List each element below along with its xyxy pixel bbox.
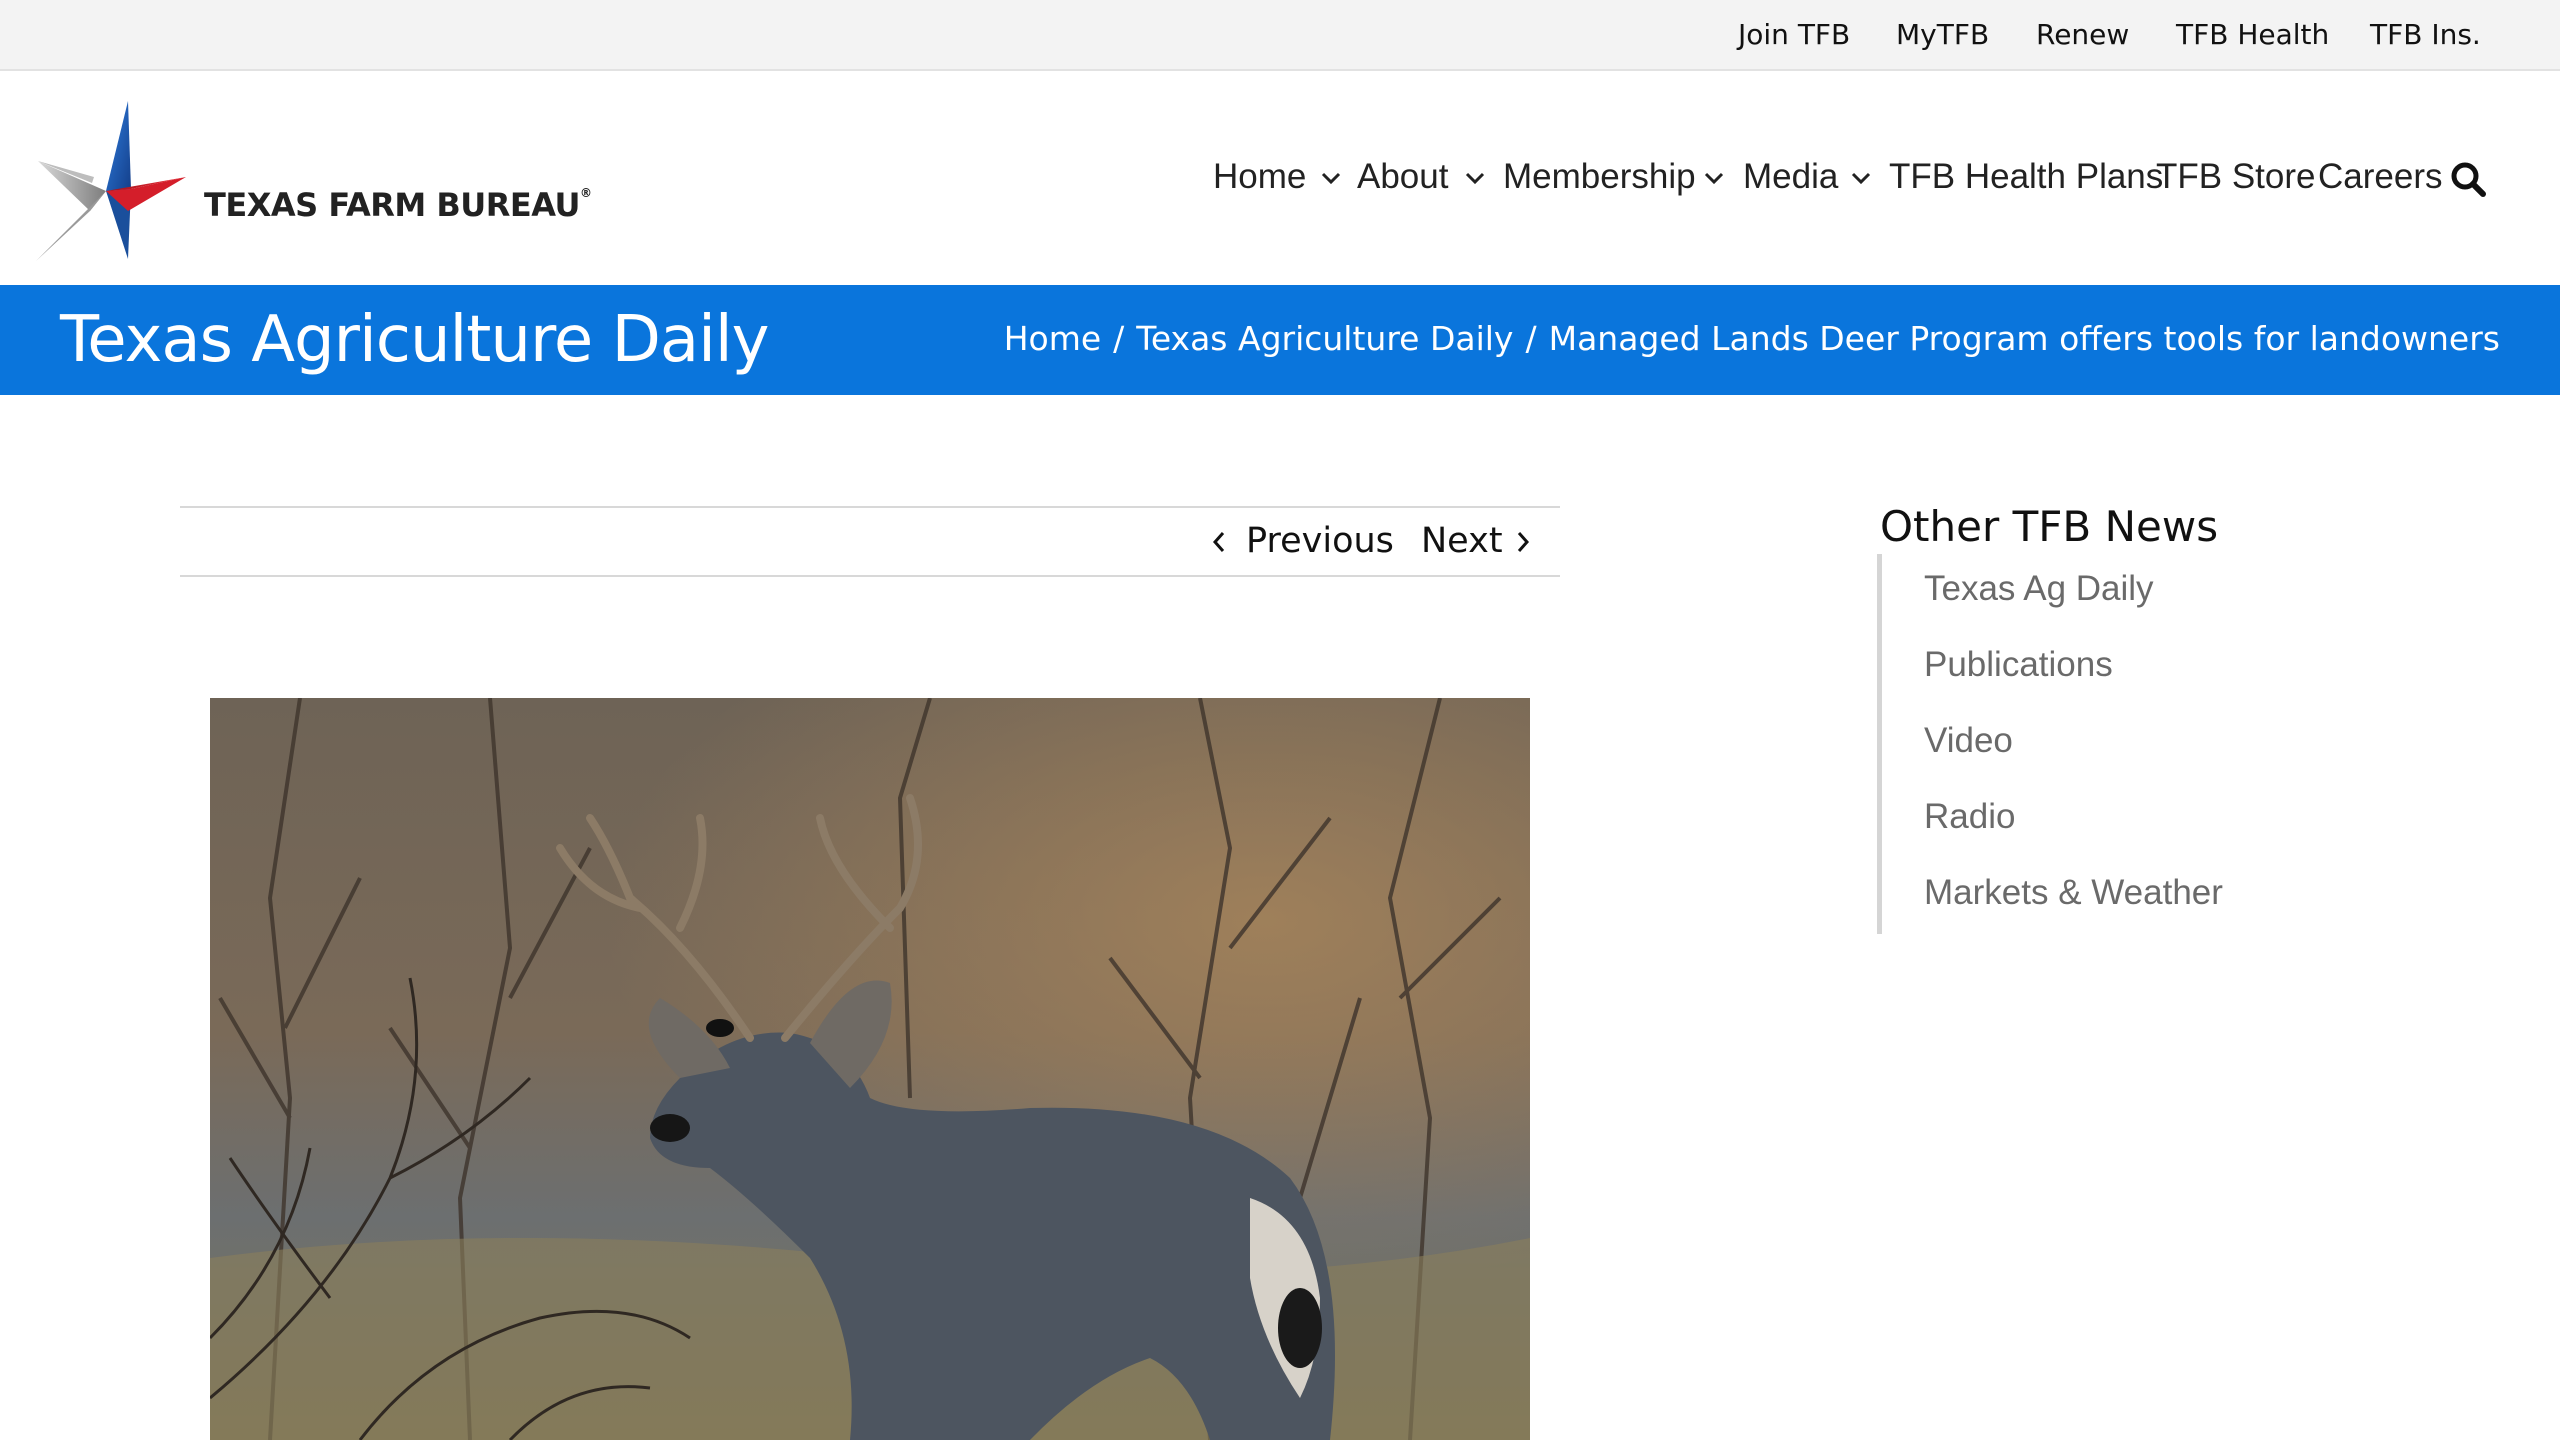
breadcrumb: Home / Texas Agriculture Daily / Managed Lan…: [1004, 319, 2500, 358]
chevron-down-icon[interactable]: [1464, 171, 1486, 185]
nav-tfb-store[interactable]: TFB Store: [2156, 157, 2315, 197]
breadcrumb-separator: /: [1113, 319, 1125, 358]
sidebar-news-list: Texas Ag Daily Publications Video Radio …: [1877, 554, 2377, 934]
chevron-down-icon[interactable]: [1850, 171, 1872, 185]
page-title-bar: Texas Agriculture Daily Home / Texas Agric…: [0, 285, 2560, 395]
utility-link-mytfb[interactable]: MyTFB: [1896, 18, 1989, 51]
deer-photo-image: [210, 698, 1530, 1440]
nav-media[interactable]: Media: [1743, 157, 1838, 197]
chevron-right-icon[interactable]: [1513, 528, 1533, 556]
utility-link-renew[interactable]: Renew: [2036, 18, 2129, 51]
sidebar-item-markets-weather[interactable]: Markets & Weather: [1924, 873, 2223, 913]
sidebar-item-texas-ag-daily[interactable]: Texas Ag Daily: [1924, 569, 2154, 609]
previous-post-link[interactable]: Previous: [1246, 521, 1394, 561]
nav-about[interactable]: About: [1357, 157, 1448, 197]
next-post-link[interactable]: Next: [1421, 521, 1503, 561]
nav-careers[interactable]: Careers: [2318, 157, 2442, 197]
utility-link-join-tfb[interactable]: Join TFB: [1738, 18, 1850, 51]
page-title: Texas Agriculture Daily: [60, 303, 769, 377]
nav-membership[interactable]: Membership: [1503, 157, 1696, 197]
nav-tfb-health-plans[interactable]: TFB Health Plans: [1889, 157, 2163, 197]
nav-home[interactable]: Home: [1213, 157, 1306, 197]
utility-bar: Join TFB MyTFB Renew TFB Health TFB Ins.: [0, 0, 2560, 71]
site-header: TEXAS FARM BUREAU® Home About Membership…: [0, 71, 2560, 285]
chevron-left-icon[interactable]: [1209, 528, 1229, 556]
logo-wordmark: TEXAS FARM BUREAU®: [204, 186, 592, 224]
search-icon[interactable]: [2450, 161, 2486, 197]
chevron-down-icon[interactable]: [1320, 171, 1342, 185]
utility-link-tfb-ins[interactable]: TFB Ins.: [2370, 18, 2481, 51]
article-photo-deer: [210, 698, 1530, 1440]
sidebar-item-publications[interactable]: Publications: [1924, 645, 2113, 685]
breadcrumb-separator: /: [1525, 319, 1537, 358]
sidebar-title: Other TFB News: [1880, 502, 2219, 551]
post-navigation: Previous Next: [180, 506, 1560, 577]
breadcrumb-texas-agriculture-daily[interactable]: Texas Agriculture Daily: [1136, 319, 1513, 358]
star-logo-icon: [36, 101, 186, 261]
utility-link-tfb-health[interactable]: TFB Health: [2176, 18, 2329, 51]
sidebar-item-radio[interactable]: Radio: [1924, 797, 2015, 837]
breadcrumb-current-article: Managed Lands Deer Program offers tools …: [1548, 319, 2500, 358]
sidebar-item-video[interactable]: Video: [1924, 721, 2013, 761]
site-logo[interactable]: TEXAS FARM BUREAU®: [36, 101, 596, 261]
breadcrumb-home[interactable]: Home: [1004, 319, 1101, 358]
chevron-down-icon[interactable]: [1703, 171, 1725, 185]
